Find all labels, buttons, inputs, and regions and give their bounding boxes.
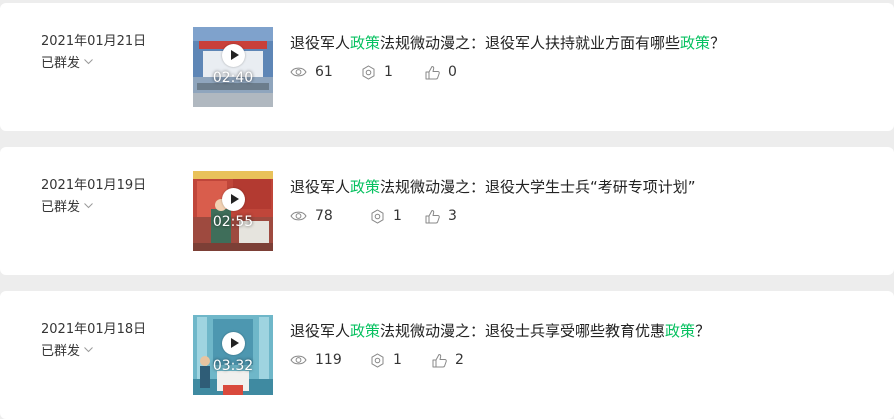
title-highlight: 政策 bbox=[665, 322, 696, 340]
views-stat: 61 bbox=[290, 62, 333, 82]
status-dropdown[interactable]: 已群发 bbox=[41, 52, 94, 71]
views-stat: 119 bbox=[290, 350, 342, 370]
status-dropdown[interactable]: 已群发 bbox=[41, 196, 94, 215]
likes-stat: 0 bbox=[425, 62, 457, 82]
thumbnail-image bbox=[193, 27, 273, 107]
chevron-down-icon bbox=[84, 346, 93, 352]
play-icon bbox=[222, 188, 245, 211]
eye-icon bbox=[290, 67, 307, 77]
views-count: 119 bbox=[315, 352, 342, 368]
post-card: 2021年01月19日 已群发 02:55 退役军人政策法规微动漫之：退役大学生… bbox=[0, 147, 894, 275]
views-count: 61 bbox=[315, 64, 333, 80]
post-date: 2021年01月18日 bbox=[41, 322, 147, 337]
video-thumbnail[interactable]: 02:55 bbox=[193, 171, 273, 251]
likes-count: 3 bbox=[448, 208, 457, 224]
status-dropdown[interactable]: 已群发 bbox=[41, 340, 94, 359]
shares-stat: 1 bbox=[361, 62, 393, 82]
share-icon bbox=[371, 352, 384, 368]
shares-count: 1 bbox=[393, 208, 402, 224]
play-icon bbox=[222, 44, 245, 67]
video-thumbnail[interactable]: 02:40 bbox=[193, 27, 273, 107]
post-date: 2021年01月19日 bbox=[41, 178, 147, 193]
chevron-down-icon bbox=[84, 202, 93, 208]
likes-stat: 3 bbox=[425, 206, 457, 226]
likes-stat: 2 bbox=[432, 350, 464, 370]
eye-icon bbox=[290, 211, 307, 221]
thumbs-up-icon bbox=[425, 209, 440, 223]
status-label: 已群发 bbox=[41, 200, 81, 215]
title-text: ？ bbox=[695, 322, 711, 340]
video-duration: 02:40 bbox=[212, 70, 254, 86]
title-text: 法规微动漫之：退役大学生士兵“考研专项计划” bbox=[380, 178, 696, 196]
title-text: 法规微动漫之：退役军人扶持就业方面有哪些 bbox=[380, 34, 681, 52]
thumbs-up-icon bbox=[425, 65, 440, 79]
chevron-down-icon bbox=[84, 58, 93, 64]
video-duration: 02:55 bbox=[212, 214, 254, 230]
status-label: 已群发 bbox=[41, 56, 81, 71]
post-title[interactable]: 退役军人政策法规微动漫之：退役大学生士兵“考研专项计划” bbox=[290, 176, 696, 197]
post-title[interactable]: 退役军人政策法规微动漫之：退役士兵享受哪些教育优惠政策？ bbox=[290, 320, 710, 341]
shares-stat: 1 bbox=[370, 206, 402, 226]
video-duration: 03:32 bbox=[212, 358, 254, 374]
video-thumbnail[interactable]: 03:32 bbox=[193, 315, 273, 395]
title-highlight: 政策 bbox=[680, 34, 711, 52]
share-icon bbox=[371, 208, 384, 224]
share-icon bbox=[362, 64, 375, 80]
post-title[interactable]: 退役军人政策法规微动漫之：退役军人扶持就业方面有哪些政策？ bbox=[290, 32, 725, 53]
post-card: 2021年01月21日 已群发 02:40 退役军人政策法规微动漫之：退役军人扶… bbox=[0, 3, 894, 131]
post-card: 2021年01月18日 已群发 03:32 退役军人政策法规微动漫之：退役士兵享… bbox=[0, 291, 894, 419]
shares-stat: 1 bbox=[370, 350, 402, 370]
shares-count: 1 bbox=[393, 352, 402, 368]
likes-count: 0 bbox=[448, 64, 457, 80]
title-highlight: 政策 bbox=[350, 34, 381, 52]
title-text: 法规微动漫之：退役士兵享受哪些教育优惠 bbox=[380, 322, 666, 340]
title-text: 退役军人 bbox=[290, 34, 351, 52]
title-text: 退役军人 bbox=[290, 322, 351, 340]
title-text: ？ bbox=[710, 34, 726, 52]
thumbs-up-icon bbox=[432, 353, 447, 367]
title-highlight: 政策 bbox=[350, 178, 381, 196]
likes-count: 2 bbox=[455, 352, 464, 368]
title-text: 退役军人 bbox=[290, 178, 351, 196]
play-icon bbox=[222, 332, 245, 355]
post-date: 2021年01月21日 bbox=[41, 34, 147, 49]
status-label: 已群发 bbox=[41, 344, 81, 359]
title-highlight: 政策 bbox=[350, 322, 381, 340]
eye-icon bbox=[290, 355, 307, 365]
views-stat: 78 bbox=[290, 206, 333, 226]
thumbnail-image bbox=[193, 171, 273, 251]
thumbnail-image bbox=[193, 315, 273, 395]
views-count: 78 bbox=[315, 208, 333, 224]
shares-count: 1 bbox=[384, 64, 393, 80]
